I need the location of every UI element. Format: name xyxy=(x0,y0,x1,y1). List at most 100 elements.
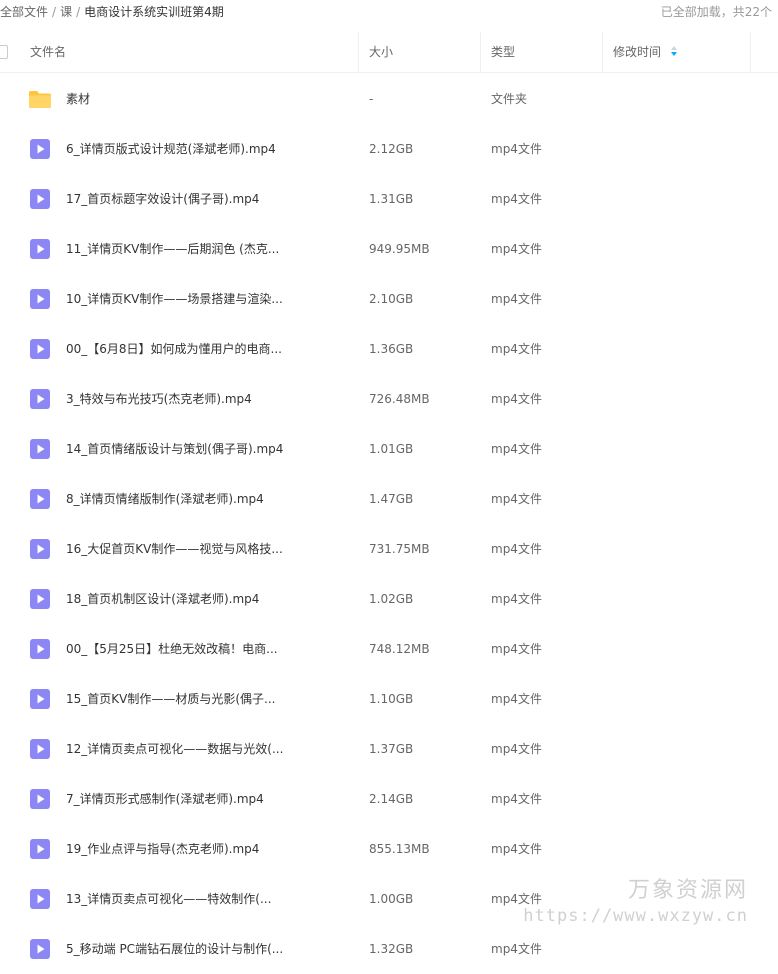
watermark-title: 万象资源网 xyxy=(627,878,748,903)
load-status: 已全部加载，共22个 xyxy=(660,5,772,19)
file-size: - xyxy=(369,92,374,106)
video-file-icon xyxy=(28,837,52,861)
file-row[interactable]: 素材 - 文件夹 xyxy=(0,74,778,124)
file-row[interactable]: 15_首页KV制作——材质与光影(偶子... 1.10GB mp4文件 xyxy=(0,674,778,724)
file-type: mp4文件 xyxy=(491,142,542,156)
file-row[interactable]: 8_详情页情绪版制作(泽斌老师).mp4 1.47GB mp4文件 xyxy=(0,474,778,524)
file-name[interactable]: 8_详情页情绪版制作(泽斌老师).mp4 xyxy=(66,474,264,524)
file-type: mp4文件 xyxy=(491,842,542,856)
file-size: 2.10GB xyxy=(369,292,414,306)
file-name[interactable]: 16_大促首页KV制作——视觉与风格技... xyxy=(66,524,283,574)
file-name[interactable]: 00_【6月8日】如何成为懂用户的电商... xyxy=(66,324,282,374)
file-row[interactable]: 3_特效与布光技巧(杰克老师).mp4 726.48MB mp4文件 xyxy=(0,374,778,424)
file-name[interactable]: 6_详情页版式设计规范(泽斌老师).mp4 xyxy=(66,124,276,174)
file-type: mp4文件 xyxy=(491,942,542,956)
column-header-name-label: 文件名 xyxy=(30,45,67,59)
file-row[interactable]: 17_首页标题字效设计(偶子哥).mp4 1.31GB mp4文件 xyxy=(0,174,778,224)
file-size: 731.75MB xyxy=(369,542,430,556)
file-size: 1.32GB xyxy=(369,942,414,956)
file-size: 1.47GB xyxy=(369,492,414,506)
file-name[interactable]: 18_首页机制区设计(泽斌老师).mp4 xyxy=(66,574,259,624)
file-row[interactable]: 19_作业点评与指导(杰克老师).mp4 855.13MB mp4文件 xyxy=(0,824,778,874)
file-row[interactable]: 14_首页情绪版设计与策划(偶子哥).mp4 1.01GB mp4文件 xyxy=(0,424,778,474)
file-name[interactable]: 17_首页标题字效设计(偶子哥).mp4 xyxy=(66,174,259,224)
video-file-icon xyxy=(28,587,52,611)
breadcrumb-bar: 全部文件 / 课 / 电商设计系统实训班第4期 已全部加载，共22个 xyxy=(0,0,778,24)
file-name[interactable]: 15_首页KV制作——材质与光影(偶子... xyxy=(66,674,275,724)
column-header-modified[interactable]: 修改时间 xyxy=(603,32,751,72)
file-row[interactable]: 5_移动端 PC端钻石展位的设计与制作(... 1.32GB mp4文件 xyxy=(0,924,778,974)
video-file-icon xyxy=(28,387,52,411)
file-row[interactable]: 7_详情页形式感制作(泽斌老师).mp4 2.14GB mp4文件 xyxy=(0,774,778,824)
file-type: mp4文件 xyxy=(491,792,542,806)
file-row[interactable]: 12_详情页卖点可视化——数据与光效(... 1.37GB mp4文件 xyxy=(0,724,778,774)
file-size: 949.95MB xyxy=(369,242,430,256)
table-header: 文件名 大小 类型 修改时间 xyxy=(0,32,778,73)
file-row[interactable]: 6_详情页版式设计规范(泽斌老师).mp4 2.12GB mp4文件 xyxy=(0,124,778,174)
file-name[interactable]: 7_详情页形式感制作(泽斌老师).mp4 xyxy=(66,774,264,824)
file-size: 1.36GB xyxy=(369,342,414,356)
file-name[interactable]: 11_详情页KV制作——后期润色 (杰克... xyxy=(66,224,279,274)
breadcrumb: 全部文件 / 课 / 电商设计系统实训班第4期 xyxy=(0,0,224,24)
file-type: mp4文件 xyxy=(491,592,542,606)
file-row[interactable]: 16_大促首页KV制作——视觉与风格技... 731.75MB mp4文件 xyxy=(0,524,778,574)
file-size: 1.31GB xyxy=(369,192,414,206)
video-file-icon xyxy=(28,887,52,911)
column-header-type[interactable]: 类型 xyxy=(481,32,603,72)
file-type: mp4文件 xyxy=(491,192,542,206)
folder-icon xyxy=(28,87,52,111)
file-size: 2.14GB xyxy=(369,792,414,806)
column-header-size[interactable]: 大小 xyxy=(359,32,481,72)
file-name[interactable]: 10_详情页KV制作——场景搭建与渲染... xyxy=(66,274,283,324)
file-row[interactable]: 18_首页机制区设计(泽斌老师).mp4 1.02GB mp4文件 xyxy=(0,574,778,624)
video-file-icon xyxy=(28,237,52,261)
column-header-name[interactable]: 文件名 xyxy=(20,32,359,72)
file-list: 素材 - 文件夹 6_详情页版式设计规范(泽斌老师).mp4 2.12GB mp4文件 17… xyxy=(0,74,778,974)
video-file-icon xyxy=(28,737,52,761)
video-file-icon xyxy=(28,287,52,311)
video-file-icon xyxy=(28,337,52,361)
file-row[interactable]: 10_详情页KV制作——场景搭建与渲染... 2.10GB mp4文件 xyxy=(0,274,778,324)
sort-icon[interactable] xyxy=(671,46,678,58)
video-file-icon xyxy=(28,787,52,811)
file-size: 726.48MB xyxy=(369,392,430,406)
video-file-icon xyxy=(28,537,52,561)
file-row[interactable]: 11_详情页KV制作——后期润色 (杰克... 949.95MB mp4文件 xyxy=(0,224,778,274)
breadcrumb-all-files[interactable]: 全部文件 xyxy=(0,5,48,19)
video-file-icon xyxy=(28,487,52,511)
file-size: 1.10GB xyxy=(369,692,414,706)
file-type: mp4文件 xyxy=(491,692,542,706)
file-name[interactable]: 19_作业点评与指导(杰克老师).mp4 xyxy=(66,824,259,874)
file-type: mp4文件 xyxy=(491,492,542,506)
column-header-modified-label: 修改时间 xyxy=(613,45,662,59)
file-name[interactable]: 5_移动端 PC端钻石展位的设计与制作(... xyxy=(66,924,283,974)
file-type: mp4文件 xyxy=(491,542,542,556)
file-type: mp4文件 xyxy=(491,292,542,306)
column-header-type-label: 类型 xyxy=(491,45,516,59)
file-type: 文件夹 xyxy=(491,92,528,106)
file-name[interactable]: 12_详情页卖点可视化——数据与光效(... xyxy=(66,724,283,774)
file-row[interactable]: 00_【5月25日】杜绝无效改稿！电商... 748.12MB mp4文件 xyxy=(0,624,778,674)
file-name[interactable]: 00_【5月25日】杜绝无效改稿！电商... xyxy=(66,624,278,674)
watermark: 万象资源网 https://www.wxzyw.cn xyxy=(523,872,748,926)
video-file-icon xyxy=(28,687,52,711)
file-size: 1.01GB xyxy=(369,442,414,456)
file-size: 1.00GB xyxy=(369,892,414,906)
file-name[interactable]: 14_首页情绪版设计与策划(偶子哥).mp4 xyxy=(66,424,283,474)
file-row[interactable]: 00_【6月8日】如何成为懂用户的电商... 1.36GB mp4文件 xyxy=(0,324,778,374)
select-all-checkbox[interactable] xyxy=(0,45,8,59)
video-file-icon xyxy=(28,937,52,961)
column-header-size-label: 大小 xyxy=(369,45,394,59)
watermark-url: https://www.wxzyw.cn xyxy=(523,906,748,926)
file-name[interactable]: 13_详情页卖点可视化——特效制作(... xyxy=(66,874,271,924)
breadcrumb-separator: / xyxy=(52,5,57,19)
file-size: 2.12GB xyxy=(369,142,414,156)
breadcrumb-course[interactable]: 课 xyxy=(60,5,72,19)
video-file-icon xyxy=(28,187,52,211)
file-name[interactable]: 3_特效与布光技巧(杰克老师).mp4 xyxy=(66,374,252,424)
file-name[interactable]: 素材 xyxy=(66,74,90,124)
video-file-icon xyxy=(28,437,52,461)
video-file-icon xyxy=(28,137,52,161)
file-type: mp4文件 xyxy=(491,642,542,656)
file-type: mp4文件 xyxy=(491,392,542,406)
